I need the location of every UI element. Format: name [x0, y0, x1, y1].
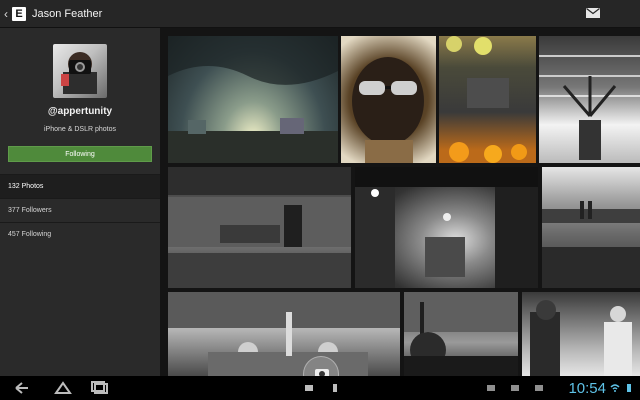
stat-photos[interactable]: 132 Photos: [0, 174, 160, 198]
profile-bio: iPhone & DSLR photos: [44, 126, 116, 133]
system-nav-bar: 10:54: [0, 376, 640, 400]
battery-icon: [627, 384, 631, 392]
clock: 10:54: [568, 380, 606, 397]
back-arrow-icon[interactable]: [10, 381, 32, 395]
stat-followers[interactable]: 377 Followers: [0, 198, 160, 222]
photo-thumbnail[interactable]: [355, 167, 538, 288]
screenshot-icon: [305, 385, 313, 391]
photo-thumbnail[interactable]: [168, 167, 351, 288]
back-chevron-icon[interactable]: ‹: [2, 0, 10, 28]
camera-icon: [315, 369, 329, 376]
photo-thumbnail[interactable]: [168, 292, 400, 376]
photo-thumbnail[interactable]: [539, 36, 640, 163]
photo-thumbnail[interactable]: [542, 167, 640, 288]
profile-stats: 132 Photos 377 Followers 457 Following: [0, 174, 160, 246]
following-button[interactable]: Following: [8, 146, 152, 162]
wifi-icon: [610, 384, 620, 392]
gallery-icon: [487, 385, 495, 391]
recent-apps-icon[interactable]: [90, 381, 112, 395]
photo-thumbnail[interactable]: [341, 36, 436, 163]
profile-sidebar: @appertunity iPhone & DSLR photos Follow…: [0, 28, 160, 376]
photo-thumbnail[interactable]: [522, 292, 640, 376]
avatar[interactable]: [53, 44, 107, 98]
camera-person-icon: [61, 52, 97, 94]
camera-fab-button[interactable]: [303, 356, 339, 376]
profile-title: Jason Feather: [32, 7, 103, 20]
media-icon: [511, 385, 519, 391]
stat-following[interactable]: 457 Following: [0, 222, 160, 246]
app-logo[interactable]: E: [12, 6, 26, 21]
photo-thumbnail[interactable]: [439, 36, 536, 163]
device-icon: [333, 384, 337, 392]
profile-handle: @appertunity: [47, 106, 113, 117]
photo-grid: [160, 28, 640, 376]
notification-icon: [535, 385, 543, 391]
photo-thumbnail[interactable]: [404, 292, 518, 376]
action-bar: ‹ E Jason Feather: [0, 0, 640, 28]
photo-thumbnail[interactable]: [168, 36, 338, 163]
mail-icon[interactable]: [586, 8, 600, 18]
home-icon[interactable]: [52, 381, 74, 395]
